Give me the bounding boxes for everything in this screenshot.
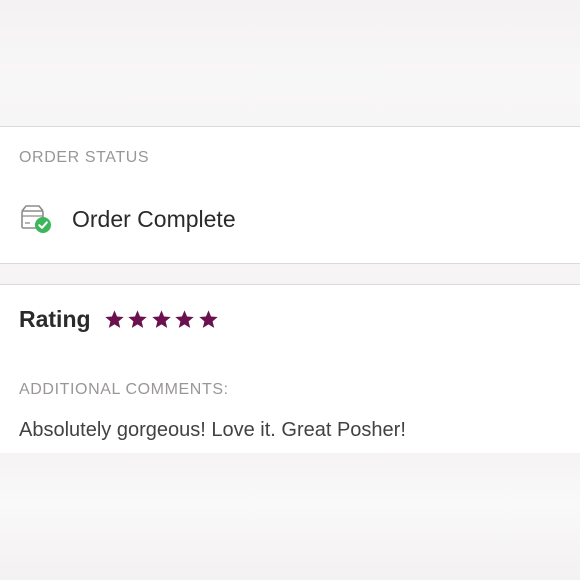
comment-text: Absolutely gorgeous! Love it. Great Posh… (19, 419, 406, 441)
additional-comments-label: ADDITIONAL COMMENTS: (19, 381, 229, 398)
star-icon (198, 309, 219, 330)
order-status-card: ORDER STATUS Order Complete (0, 127, 580, 263)
order-status-row: Order Complete (19, 204, 236, 234)
star-icon (104, 309, 125, 330)
bottom-blank-area (0, 453, 580, 580)
section-gap (0, 264, 580, 284)
review-card: Rating ADDITIONAL COMMENTS: Absolutely g… (0, 285, 580, 453)
order-status-label: ORDER STATUS (19, 149, 150, 166)
rating-row: Rating (19, 305, 221, 333)
box-check-icon (19, 204, 53, 234)
order-status-text: Order Complete (72, 205, 236, 232)
order-detail-page: ORDER STATUS Order Complete Rating ADDIT… (0, 0, 580, 580)
star-icon (127, 309, 148, 330)
top-blank-area (0, 0, 580, 126)
rating-label: Rating (19, 305, 91, 332)
rating-stars (104, 309, 222, 330)
star-icon (174, 309, 195, 330)
star-icon (151, 309, 172, 330)
